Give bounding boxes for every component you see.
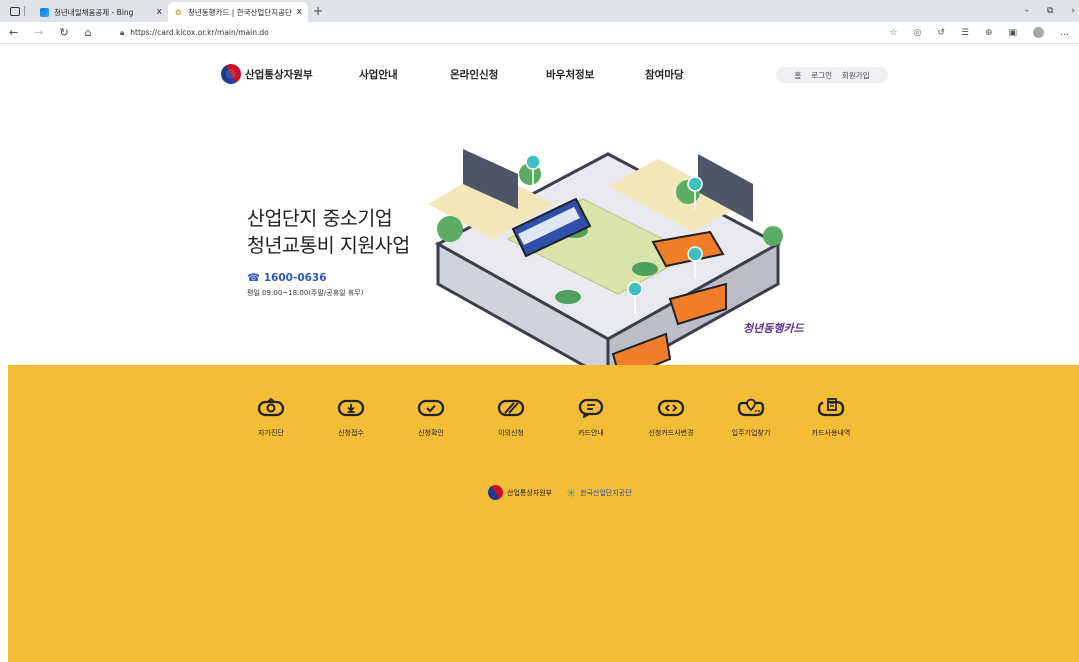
tree — [437, 216, 463, 242]
browser-window: 청년내일채움공제 - Bing x ✿ 청년동행카드 | 한국산업단지공단 x … — [0, 0, 1079, 662]
extension-icon[interactable]: ◎ — [913, 28, 921, 38]
quick-change-card-company[interactable]: 신청카드사변경 — [626, 398, 716, 438]
self-check-icon — [257, 398, 285, 418]
tab-bing[interactable]: 청년내일채움공제 - Bing x — [34, 2, 168, 22]
minimize-icon[interactable]: – — [1024, 6, 1029, 16]
nav-voucher-info[interactable]: 바우처정보 — [546, 67, 594, 82]
restore-icon[interactable]: ⧉ — [1047, 6, 1053, 16]
quick-label: 이의신청 — [498, 429, 524, 437]
divider — [23, 6, 25, 16]
browser-toolbar: ☆ ◎ ↺ ☰ ⊕ ▣ … — [889, 27, 1079, 38]
close-tab-icon[interactable]: x — [157, 7, 162, 17]
quick-find-company[interactable]: 입주기업찾기 — [706, 398, 796, 438]
footer-org2: 한국산업단지공단 — [580, 488, 632, 497]
tab-strip: 청년내일채움공제 - Bing x ✿ 청년동행카드 | 한국산업단지공단 x … — [0, 0, 1079, 22]
chat-icon — [577, 398, 605, 418]
footer-logos: 산업통상자원부 ✳ 한국산업단지공단 — [485, 482, 632, 503]
download-icon — [337, 398, 365, 418]
tab-youth-card[interactable]: ✿ 청년동행카드 | 한국산업단지공단 x — [168, 2, 308, 22]
reading-icon[interactable]: ▣ — [1008, 28, 1017, 38]
signup-link[interactable]: 회원가입 — [842, 70, 870, 81]
hero-title-line1: 산업단지 중소기업 — [247, 207, 393, 230]
quick-label: 자가진단 — [258, 429, 284, 437]
profile-avatar[interactable] — [1033, 27, 1044, 38]
address-bar: ← → ↻ ⌂ 🔒︎ https://card.kicox.or.kr/main… — [0, 22, 1079, 44]
forward-icon[interactable]: → — [34, 26, 43, 39]
taegeuk-logo-icon — [217, 60, 245, 88]
tab-title: 청년동행카드 | 한국산업단지공단 — [188, 7, 292, 17]
map-pin-icon — [737, 398, 765, 418]
hero-city-illustration — [428, 149, 783, 382]
login-link[interactable]: 로그인 — [811, 70, 832, 81]
quick-card-guide[interactable]: 카드안내 — [546, 398, 636, 438]
footer-org1: 산업통상자원부 — [507, 488, 553, 497]
back-icon[interactable]: ← — [9, 26, 18, 39]
taegeuk-logo-icon — [485, 482, 506, 503]
page: 산업통상자원부 사업안내 온라인신청 바우처정보 참여마당 홈 로그인 회원가입… — [8, 44, 1079, 662]
close-tab-icon[interactable]: x — [297, 7, 302, 17]
logo-text: 산업통상자원부 — [245, 68, 313, 81]
nav-online-apply[interactable]: 온라인신청 — [450, 67, 498, 82]
hero-phone: ☎ 1600-0636 — [247, 272, 327, 284]
quick-card-history[interactable]: 카드사용내역 — [786, 398, 876, 438]
hero-title: 산업단지 중소기업 청년교통비 지원사업 — [247, 205, 410, 259]
check-icon — [417, 398, 445, 418]
nav-participation[interactable]: 참여마당 — [645, 67, 684, 82]
bing-icon — [40, 7, 49, 17]
quick-label: 카드안내 — [578, 429, 604, 437]
new-tab-button[interactable]: + — [308, 4, 328, 18]
lock-icon[interactable]: 🔒︎ — [120, 28, 124, 38]
favorites-icon[interactable]: ☰ — [961, 28, 969, 38]
code-icon — [657, 398, 685, 418]
card-history-icon — [817, 398, 845, 418]
slash-icon — [497, 398, 525, 418]
tab-actions[interactable] — [0, 0, 34, 22]
hero-hours: 평일 09:00~18:00(주말/공휴일 휴무) — [247, 289, 364, 297]
quick-label: 신청확인 — [418, 429, 444, 437]
more-icon[interactable]: › — [1071, 6, 1075, 16]
window-controls: – ⧉ › — [1024, 0, 1079, 22]
global-nav: 산업통상자원부 사업안내 온라인신청 바우처정보 참여마당 홈 로그인 회원가입 — [8, 44, 1079, 104]
url-field[interactable]: 🔒︎ https://card.kicox.or.kr/main/main.do — [120, 25, 889, 41]
refresh-extension-icon[interactable]: ↺ — [937, 28, 945, 38]
refresh-icon[interactable]: ↻ — [59, 26, 68, 39]
card-favicon-icon: ✿ — [175, 7, 182, 17]
hero-title-line2: 청년교통비 지원사업 — [247, 234, 410, 257]
quick-apply[interactable]: 신청접수 — [306, 398, 396, 438]
site-logo[interactable]: 산업통상자원부 — [217, 60, 313, 88]
tab-title: 청년내일채움공제 - Bing — [54, 7, 134, 17]
quick-menu-section: 자가진단 신청접수 신청확인 이의신청 카드안내 신청카드사변경 입주기업찾기 … — [8, 365, 1079, 662]
quick-label: 카드사용내역 — [811, 429, 851, 437]
quick-label: 신청카드사변경 — [648, 429, 694, 437]
quick-objection[interactable]: 이의신청 — [466, 398, 556, 438]
tab-actions-icon[interactable] — [9, 6, 20, 16]
quick-label: 신청접수 — [338, 429, 364, 437]
nav-buttons: ← → ↻ ⌂ — [0, 26, 120, 39]
utility-links: 홈 로그인 회원가입 — [776, 67, 888, 83]
quick-apply-check[interactable]: 신청확인 — [386, 398, 476, 438]
quick-label: 입주기업찾기 — [731, 429, 771, 437]
home-link[interactable]: 홈 — [794, 70, 801, 81]
collections-icon[interactable]: ⊕ — [985, 28, 993, 38]
quick-self-check[interactable]: 자가진단 — [226, 398, 316, 438]
home-icon[interactable]: ⌂ — [85, 26, 92, 39]
footer-logo-kicox[interactable]: ✳ 한국산업단지공단 — [566, 486, 632, 500]
nav-business-info[interactable]: 사업안내 — [359, 67, 398, 82]
favorite-star-icon[interactable]: ☆ — [889, 28, 897, 38]
footer-logo-motie[interactable]: 산업통상자원부 — [485, 482, 553, 503]
youth-card-brand: 청년동행카드 — [743, 322, 804, 335]
settings-more-icon[interactable]: … — [1060, 28, 1069, 38]
kicox-logo-icon: ✳ — [566, 485, 577, 500]
url-text: https://card.kicox.or.kr/main/main.do — [130, 28, 269, 37]
